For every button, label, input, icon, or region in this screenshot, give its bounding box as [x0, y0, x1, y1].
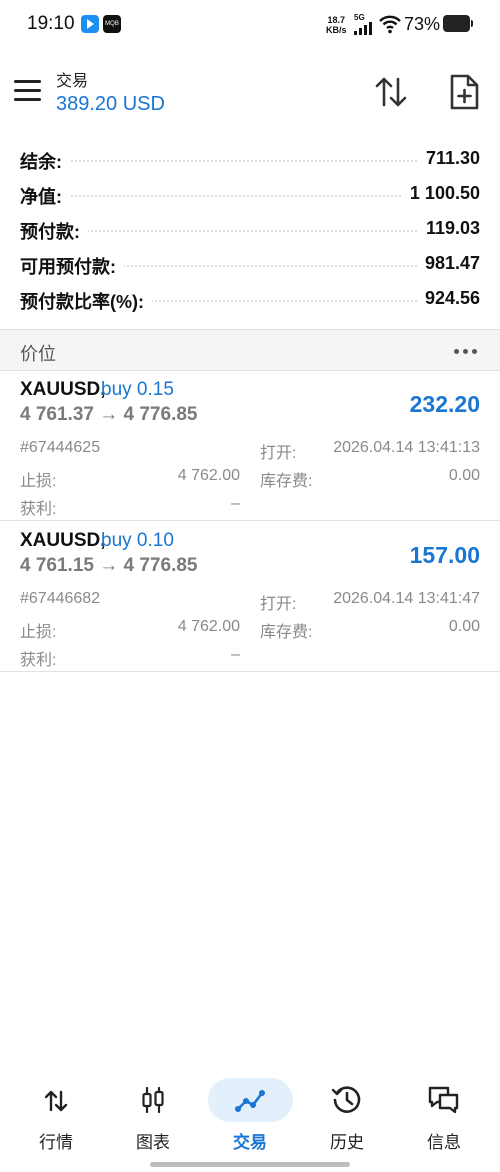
- quotes-arrows-icon: [44, 1090, 68, 1112]
- open-time-value: 2026.04.14 13:41:47: [333, 590, 480, 607]
- wifi-icon: [379, 15, 401, 34]
- summary-value: 924.56: [416, 288, 480, 309]
- battery-icon: [443, 15, 473, 32]
- summary-row-balance: 结余: 711.30: [20, 143, 480, 178]
- stop-loss-value: 4 762.00: [177, 467, 240, 484]
- stop-loss-label: 止损:: [20, 624, 57, 641]
- position-prices: 4 761.15 → 4 776.85: [20, 555, 198, 576]
- positions-section-header: 价位: [0, 329, 500, 371]
- mqb-app-icon: MQB: [103, 15, 121, 33]
- open-time-label: 打开:: [260, 445, 297, 462]
- position-profit: 232.20: [409, 391, 480, 417]
- nav-history[interactable]: 历史: [299, 1075, 395, 1155]
- signal-icon: [354, 22, 374, 35]
- take-profit-value: –: [231, 495, 240, 512]
- take-profit-label: 获利:: [20, 652, 57, 669]
- dotted-leader: [20, 230, 480, 232]
- home-indicator[interactable]: [150, 1162, 350, 1167]
- status-bar: 19:10 MQB 18.7 KB/s 5G 73%: [0, 0, 500, 50]
- nav-label: 历史: [330, 1133, 364, 1152]
- summary-value: 981.47: [416, 253, 480, 274]
- sort-button[interactable]: [373, 74, 409, 110]
- nav-trade[interactable]: 交易: [202, 1075, 298, 1155]
- summary-value: 711.30: [417, 148, 480, 169]
- position-symbol: XAUUSD,: [20, 379, 106, 400]
- summary-label: 预付款比率(%):: [20, 288, 152, 314]
- take-profit-value: –: [231, 646, 240, 663]
- swap-value: 0.00: [448, 467, 480, 484]
- summary-value: 1 100.50: [401, 183, 480, 204]
- open-time-value: 2026.04.14 13:41:13: [333, 439, 480, 456]
- summary-row-equity: 净值: 1 100.50: [20, 178, 480, 213]
- stop-loss-label: 止损:: [20, 473, 57, 490]
- summary-label: 预付款:: [20, 218, 88, 244]
- position-ticket: #67444625: [20, 439, 101, 456]
- stop-loss-value: 4 762.00: [177, 618, 240, 635]
- position-profit: 157.00: [409, 542, 480, 568]
- video-app-icon: [81, 15, 99, 33]
- nav-label: 信息: [427, 1133, 461, 1152]
- position-item[interactable]: XAUUSD, buy 0.10 4 761.15 → 4 776.85 157…: [0, 521, 500, 672]
- net-speed: 18.7 KB/s: [326, 15, 347, 35]
- nav-messages[interactable]: 信息: [396, 1075, 492, 1155]
- messages-chat-icon: [428, 1086, 459, 1114]
- network-type: 5G: [354, 13, 365, 22]
- summary-row-free-margin: 可用预付款: 981.47: [20, 248, 480, 283]
- nav-quotes[interactable]: 行情: [8, 1075, 104, 1155]
- history-clock-icon: [331, 1086, 361, 1113]
- summary-label: 净值:: [20, 183, 70, 209]
- new-order-button[interactable]: [446, 73, 482, 111]
- trade-line-icon: [235, 1090, 265, 1112]
- battery-percent: 73%: [404, 14, 441, 34]
- summary-label: 结余:: [20, 148, 70, 174]
- position-side: buy 0.10: [101, 530, 174, 551]
- swap-label: 库存费:: [260, 624, 313, 641]
- summary-row-margin-level: 预付款比率(%): 924.56: [20, 283, 480, 318]
- candlestick-chart-icon: [142, 1086, 164, 1114]
- position-side: buy 0.15: [101, 379, 174, 400]
- summary-value: 119.03: [417, 218, 480, 239]
- page-title: 交易: [56, 73, 89, 90]
- position-item[interactable]: XAUUSD, buy 0.15 4 761.37 → 4 776.85 232…: [0, 370, 500, 521]
- swap-value: 0.00: [448, 618, 480, 635]
- account-balance: 389.20 USD: [56, 93, 165, 115]
- open-time-label: 打开:: [260, 596, 297, 613]
- account-summary: 结余: 711.30 净值: 1 100.50 预付款: 119.03 可用预付…: [20, 143, 480, 318]
- take-profit-label: 获利:: [20, 501, 57, 518]
- summary-row-margin: 预付款: 119.03: [20, 213, 480, 248]
- menu-button[interactable]: [14, 80, 41, 102]
- nav-label: 行情: [39, 1133, 73, 1152]
- more-options-icon[interactable]: [454, 349, 478, 354]
- dotted-leader: [20, 160, 480, 162]
- status-time: 19:10: [27, 13, 75, 34]
- nav-label: 交易: [233, 1133, 267, 1152]
- nav-chart[interactable]: 图表: [105, 1075, 201, 1155]
- position-ticket: #67446682: [20, 590, 101, 607]
- summary-label: 可用预付款:: [20, 253, 124, 279]
- nav-label: 图表: [136, 1133, 170, 1152]
- section-title: 价位: [20, 344, 56, 364]
- swap-label: 库存费:: [260, 473, 313, 490]
- position-prices: 4 761.37 → 4 776.85: [20, 404, 198, 425]
- position-symbol: XAUUSD,: [20, 530, 106, 551]
- bottom-navigation: 行情 图表 交易 历史 信息: [0, 1075, 500, 1155]
